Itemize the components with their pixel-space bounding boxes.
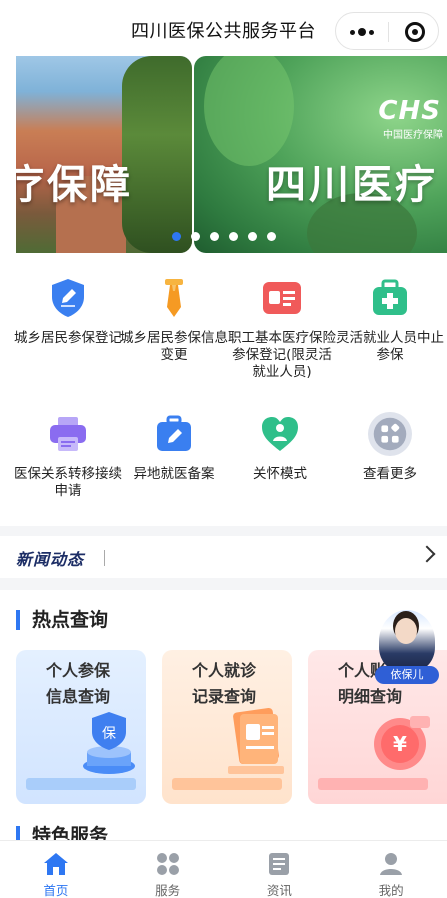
carousel-dot[interactable] xyxy=(191,232,200,241)
chs-logo: CHS xyxy=(378,96,441,126)
card-title: 个人参保 信息查询 xyxy=(46,661,111,706)
news-title: 新闻动态 xyxy=(16,550,85,569)
service-care-mode[interactable]: 关怀模式 xyxy=(226,412,334,483)
shield-pen-icon xyxy=(46,276,90,320)
service-label: 异地就医备案 xyxy=(133,466,215,482)
service-label: 城乡居民参保信息变更 xyxy=(120,330,228,363)
tab-label: 首页 xyxy=(43,883,69,898)
service-label: 查看更多 xyxy=(363,466,417,482)
more-dot-icon xyxy=(350,29,355,35)
tab-news[interactable]: 资讯 xyxy=(224,841,336,898)
shield-bao-icon: 保 xyxy=(83,712,135,774)
service-flexible-stop[interactable]: 灵活就业人员中止参保 xyxy=(336,276,444,364)
carousel-dot[interactable] xyxy=(248,232,257,241)
tab-label: 服务 xyxy=(155,883,181,898)
grid-more-icon xyxy=(368,412,412,456)
banner-slide-text: 疗保障 xyxy=(16,162,133,208)
heart-person-icon xyxy=(258,412,302,456)
chs-logo-subtitle: 中国医疗保障 xyxy=(383,130,443,141)
svg-text:¥: ¥ xyxy=(393,732,407,756)
target-icon xyxy=(404,22,425,42)
query-card-visit-record[interactable]: 个人就诊 记录查询 xyxy=(162,650,292,804)
banner-slide-text: 四川医疗 xyxy=(266,162,438,208)
tab-label: 资讯 xyxy=(266,883,292,898)
user-icon xyxy=(378,851,404,877)
card-icon xyxy=(260,276,304,320)
carousel-dot[interactable] xyxy=(210,232,219,241)
service-view-more[interactable]: 查看更多 xyxy=(336,412,444,483)
service-employee-enroll[interactable]: 职工基本医疗保险参保登记(限灵活就业人员) xyxy=(226,276,338,381)
record-book-icon xyxy=(228,707,284,774)
tie-icon xyxy=(152,276,196,320)
service-resident-change[interactable]: 城乡居民参保信息变更 xyxy=(120,276,228,364)
printer-icon xyxy=(46,412,90,456)
banner-carousel[interactable]: 疗保障 CHS 中国医疗保障 四川医疗 xyxy=(0,56,447,256)
tab-services[interactable]: 服务 xyxy=(112,841,224,898)
chevron-right-icon[interactable] xyxy=(418,545,436,563)
svg-text:保: 保 xyxy=(102,726,116,742)
nav-header: 四川医保公共服务平台 xyxy=(0,0,447,56)
query-card-insurance-info[interactable]: 个人参保 信息查询 保 xyxy=(16,650,146,804)
service-label: 关怀模式 xyxy=(253,466,307,482)
service-grid: 城乡居民参保登记 城乡居民参保信息变更 职工基本医疗保险参保登记(限灵活就业人员… xyxy=(0,256,447,526)
tab-label: 我的 xyxy=(378,883,404,898)
service-label: 城乡居民参保登记 xyxy=(14,330,122,346)
more-menu-button[interactable] xyxy=(336,13,388,51)
briefcase-pen-icon xyxy=(152,412,196,456)
service-transfer[interactable]: 医保关系转移接续申请 xyxy=(14,412,122,500)
tab-profile[interactable]: 我的 xyxy=(335,841,447,898)
news-bar[interactable]: 新闻动态 xyxy=(0,536,447,578)
card-title: 个人就诊 记录查询 xyxy=(192,661,257,706)
section-title: 热点查询 xyxy=(16,610,108,630)
banner-slide-prev[interactable]: 疗保障 xyxy=(16,56,192,253)
service-resident-enroll[interactable]: 城乡居民参保登记 xyxy=(14,276,122,347)
document-icon xyxy=(266,851,292,877)
banner-slide-current[interactable]: CHS 中国医疗保障 四川医疗 xyxy=(194,56,447,253)
carousel-dot-active[interactable] xyxy=(172,232,181,241)
grid-icon xyxy=(155,851,181,877)
more-dot-icon xyxy=(369,29,374,35)
miniprogram-capsule xyxy=(335,12,439,50)
carousel-indicator xyxy=(172,232,276,241)
assistant-avatar-button[interactable]: 依保儿 xyxy=(375,610,439,690)
more-dot-icon xyxy=(358,28,366,36)
service-label: 职工基本医疗保险参保登记(限灵活就业人员) xyxy=(228,330,336,380)
tab-home[interactable]: 首页 xyxy=(0,841,112,898)
bottom-tabbar: 首页 服务 资讯 我的 xyxy=(0,840,447,898)
medkit-icon xyxy=(368,276,412,320)
app-root: 四川医保公共服务平台 疗保障 CHS 中国医疗保障 四川医疗 城乡居民参保登记 … xyxy=(0,0,447,898)
carousel-dot[interactable] xyxy=(229,232,238,241)
service-remote-medical[interactable]: 异地就医备案 xyxy=(120,412,228,483)
close-miniprogram-button[interactable] xyxy=(389,13,440,51)
news-divider xyxy=(104,550,105,566)
service-label: 灵活就业人员中止参保 xyxy=(336,330,444,363)
yuan-coin-icon: ¥ xyxy=(374,716,430,770)
carousel-dot[interactable] xyxy=(267,232,276,241)
assistant-label: 依保儿 xyxy=(375,666,439,684)
home-icon xyxy=(43,851,69,877)
service-label: 医保关系转移接续申请 xyxy=(14,466,122,499)
